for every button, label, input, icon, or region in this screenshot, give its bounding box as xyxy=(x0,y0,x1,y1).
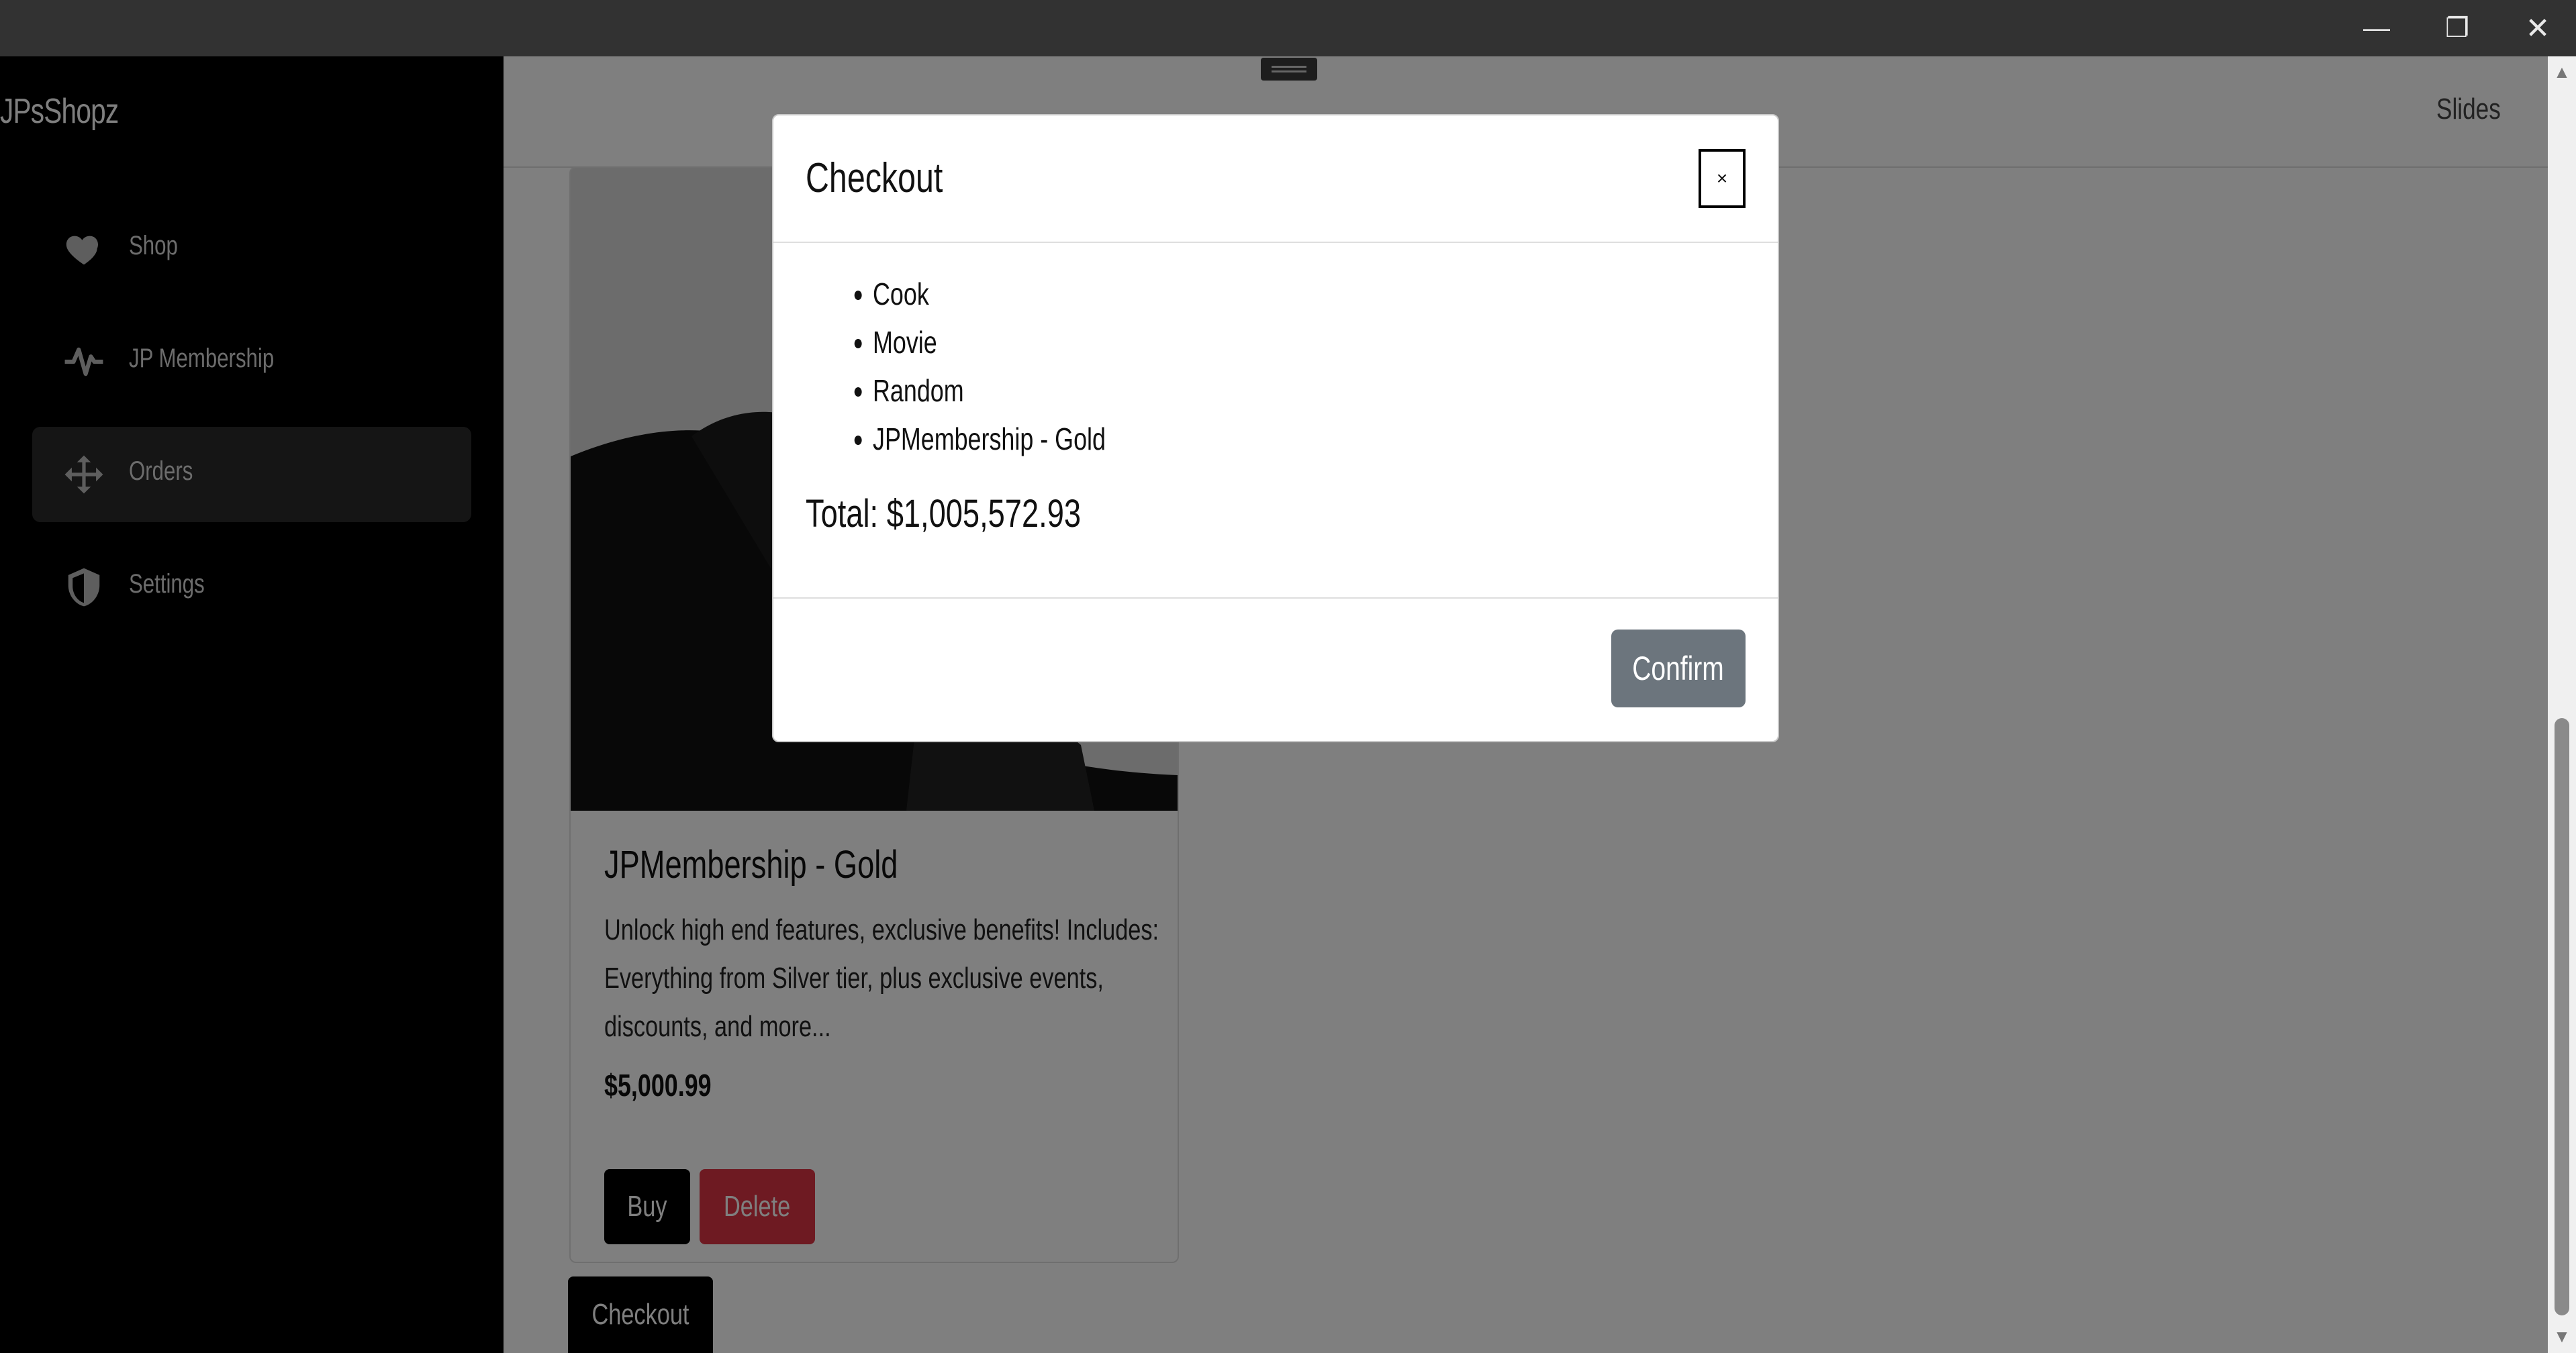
window-titlebar: — ❐ ✕ xyxy=(0,0,2576,56)
list-item: Cook xyxy=(873,270,1106,318)
list-item: Movie xyxy=(873,318,1106,366)
modal-header: Checkout × xyxy=(773,115,1778,243)
confirm-button[interactable]: Confirm xyxy=(1611,630,1746,707)
modal-close-button[interactable]: × xyxy=(1699,149,1746,208)
list-item: Random xyxy=(873,366,1106,415)
scrollbar-thumb[interactable] xyxy=(2555,718,2569,1315)
checkout-modal: Checkout × Cook Movie Random JPMembershi… xyxy=(772,114,1779,742)
modal-footer: Confirm xyxy=(773,597,1778,741)
list-item: JPMembership - Gold xyxy=(873,415,1106,463)
maximize-button[interactable]: ❐ xyxy=(2417,0,2497,56)
minimize-button[interactable]: — xyxy=(2336,0,2417,56)
checkout-total: Total: $1,005,572.93 xyxy=(806,492,1082,536)
checkout-items-list: Cook Movie Random JPMembership - Gold xyxy=(841,270,1172,463)
scroll-down-arrow-icon[interactable]: ▼ xyxy=(2551,1326,2573,1348)
close-window-button[interactable]: ✕ xyxy=(2497,0,2576,56)
scroll-up-arrow-icon[interactable]: ▲ xyxy=(2551,62,2573,83)
modal-title: Checkout xyxy=(806,155,943,201)
